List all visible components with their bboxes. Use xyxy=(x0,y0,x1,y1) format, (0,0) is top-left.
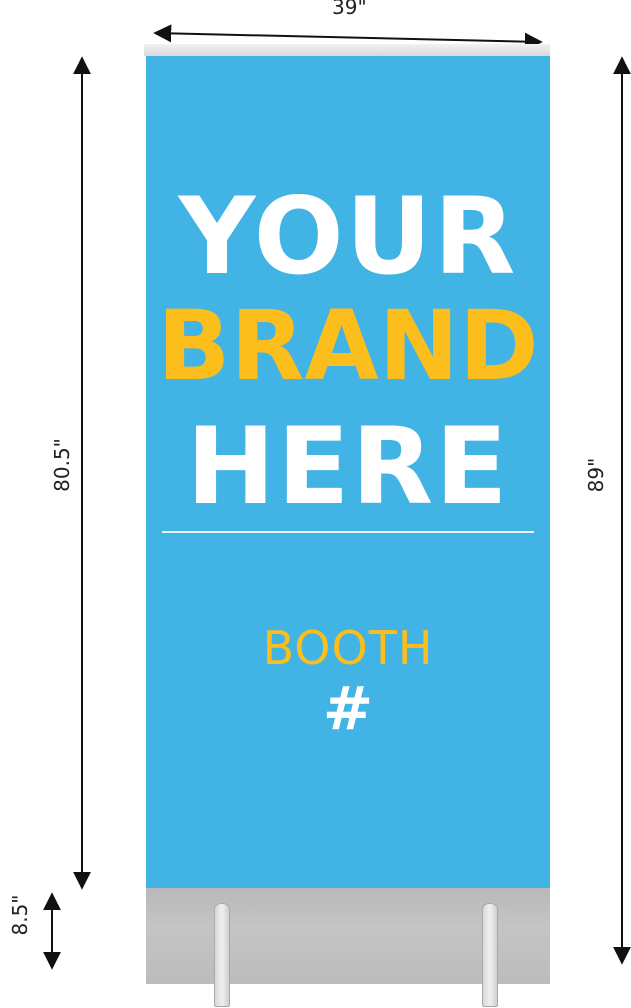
right-foot xyxy=(482,903,498,1007)
headline-line-3: HERE xyxy=(186,405,510,528)
headline-line-1: YOUR xyxy=(178,175,518,298)
width-label: 39" xyxy=(332,0,367,19)
banner-stand-diagram: 39" 80.5" 89" 8.5" YOUR BRAND HERE BOOTH… xyxy=(0,0,631,1008)
headline-line-2: BRAND xyxy=(157,290,539,402)
divider-line xyxy=(162,531,534,533)
banner-height-label: 80.5" xyxy=(50,438,74,492)
left-foot xyxy=(214,903,230,1007)
top-rail xyxy=(144,44,550,56)
width-arrow xyxy=(153,24,543,51)
base-height-label: 8.5" xyxy=(8,894,32,936)
total-height-label: 89" xyxy=(584,457,608,493)
booth-number: # xyxy=(322,674,374,744)
banner-graphic: YOUR BRAND HERE BOOTH # xyxy=(146,56,550,888)
booth-label: BOOTH xyxy=(262,621,434,675)
